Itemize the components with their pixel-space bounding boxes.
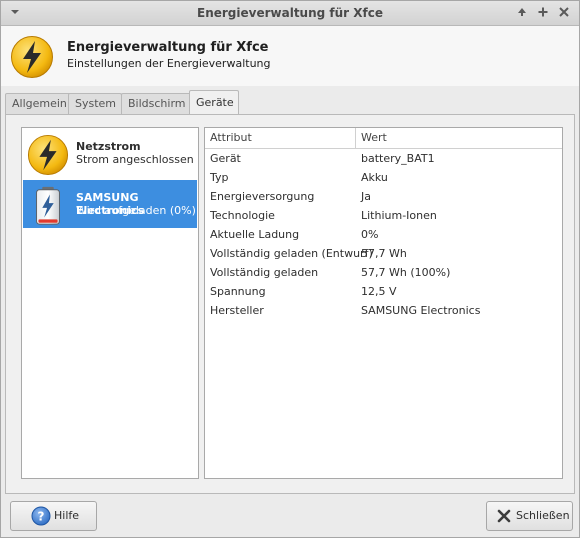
device-name: Netzstrom	[76, 140, 141, 153]
window-title: Energieverwaltung für Xfce	[197, 6, 383, 20]
table-row[interactable]: Gerät battery_BAT1	[205, 149, 562, 168]
device-properties-table[interactable]: Attribut Wert Gerät battery_BAT1 Typ Akku En…	[204, 127, 563, 479]
cell-wert: 57,7 Wh	[361, 247, 407, 260]
device-item-samsung-battery[interactable]: SAMSUNG Electronics Wird aufgeladen (0%)	[23, 180, 197, 228]
table-row[interactable]: Aktuelle Ladung 0%	[205, 225, 562, 244]
cell-wert: 0%	[361, 228, 379, 241]
device-status: Wird aufgeladen (0%)	[76, 204, 196, 217]
help-icon: ?	[31, 506, 51, 529]
cell-wert: battery_BAT1	[361, 152, 435, 165]
column-header-wert[interactable]: Wert	[355, 128, 561, 148]
table-row[interactable]: Typ Akku	[205, 168, 562, 187]
table-header: Attribut Wert	[205, 128, 562, 149]
close-x-icon[interactable]	[556, 5, 572, 21]
cell-attribut: Technologie	[210, 209, 275, 222]
tab-geraete[interactable]: Geräte	[189, 90, 239, 114]
close-icon	[496, 508, 512, 527]
cell-attribut: Aktuelle Ladung	[210, 228, 300, 241]
device-list[interactable]: Netzstrom Strom angeschlossen SAMSUNG El…	[21, 127, 199, 479]
cell-attribut: Vollständig geladen	[210, 266, 319, 279]
table-row[interactable]: Vollständig geladen (Entwurf) 57,7 Wh	[205, 244, 562, 263]
device-status: Strom angeschlossen	[76, 153, 194, 166]
table-row[interactable]: Technologie Lithium-Ionen	[205, 206, 562, 225]
ac-power-icon	[27, 134, 69, 179]
help-button-label: Hilfe	[54, 509, 80, 522]
lightning-bolt-icon	[10, 35, 54, 82]
cell-wert: Ja	[361, 190, 371, 203]
table-row[interactable]: Hersteller SAMSUNG Electronics	[205, 301, 562, 320]
column-header-attribut[interactable]: Attribut	[205, 128, 355, 148]
svg-text:?: ?	[38, 510, 45, 524]
cell-attribut: Typ	[210, 171, 229, 184]
dialog-header: Energieverwaltung für Xfce Einstellungen…	[1, 26, 579, 86]
power-manager-window: Energieverwaltung für Xfce Energieverwal…	[0, 0, 580, 538]
table-row[interactable]: Vollständig geladen 57,7 Wh (100%)	[205, 263, 562, 282]
close-button-label: Schließen	[516, 509, 570, 522]
cell-attribut: Spannung	[210, 285, 266, 298]
tab-system[interactable]: System	[68, 93, 122, 114]
cell-wert: Lithium-Ionen	[361, 209, 437, 222]
cell-attribut: Energieversorgung	[210, 190, 315, 203]
table-row[interactable]: Spannung 12,5 V	[205, 282, 562, 301]
cell-wert: 57,7 Wh (100%)	[361, 266, 451, 279]
tab-allgemein[interactable]: Allgemein	[5, 93, 75, 114]
maximize-plus-icon[interactable]	[535, 5, 551, 21]
tab-page-geraete: Netzstrom Strom angeschlossen SAMSUNG El…	[5, 114, 575, 494]
cell-attribut: Hersteller	[210, 304, 264, 317]
cell-wert: 12,5 V	[361, 285, 397, 298]
header-title: Energieverwaltung für Xfce	[67, 40, 269, 55]
title-bar[interactable]: Energieverwaltung für Xfce	[1, 1, 579, 26]
table-row[interactable]: Energieversorgung Ja	[205, 187, 562, 206]
cell-attribut: Gerät	[210, 152, 241, 165]
arrow-up-icon[interactable]	[514, 5, 530, 21]
battery-charging-icon	[27, 185, 69, 230]
cell-attribut: Vollständig geladen (Entwurf)	[210, 247, 373, 260]
cell-wert: Akku	[361, 171, 388, 184]
close-button[interactable]: Schließen	[486, 501, 573, 531]
tab-bildschirm[interactable]: Bildschirm	[121, 93, 192, 114]
cell-wert: SAMSUNG Electronics	[361, 304, 481, 317]
header-subtitle: Einstellungen der Energieverwaltung	[67, 57, 271, 70]
device-item-netzstrom[interactable]: Netzstrom Strom angeschlossen	[23, 129, 197, 177]
help-button[interactable]: ? Hilfe	[10, 501, 97, 531]
